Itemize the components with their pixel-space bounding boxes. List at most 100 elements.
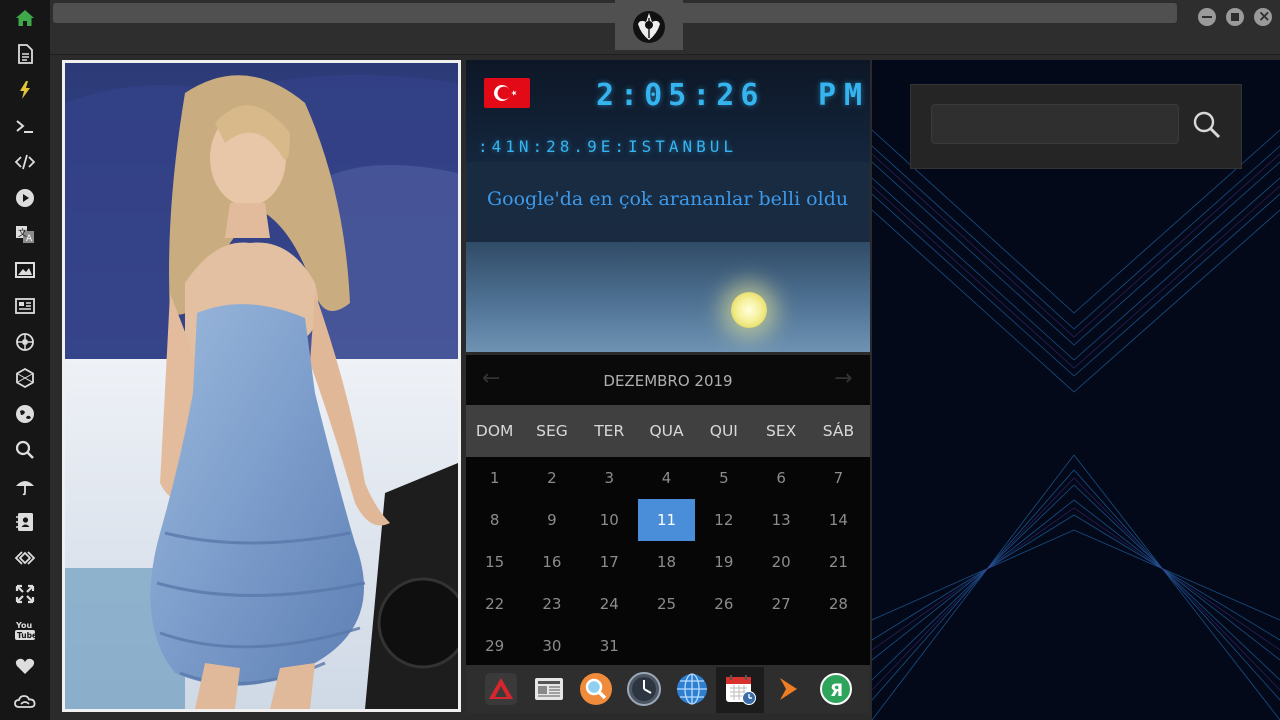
cloud-icon[interactable] <box>13 690 37 714</box>
title-bar <box>50 0 1280 55</box>
calendar-day[interactable]: 5 <box>695 457 752 499</box>
minimize-button[interactable] <box>1198 8 1216 26</box>
calendar-grid: 1 2 3 4 5 6 7 8 9 10 11 12 13 14 15 16 1… <box>466 457 870 667</box>
weekday-label: SEX <box>766 422 797 440</box>
play-icon[interactable] <box>13 186 37 210</box>
calendar-day[interactable]: 23 <box>523 583 580 625</box>
calendar-day[interactable]: 21 <box>810 541 867 583</box>
calendar-week: 29 30 31 <box>466 625 870 667</box>
calendar-day[interactable]: 29 <box>466 625 523 667</box>
calendar-day[interactable]: 30 <box>523 625 580 667</box>
maximize-button[interactable] <box>1226 8 1244 26</box>
youtube-icon[interactable]: You Tube <box>13 618 37 642</box>
calendar-day[interactable]: 10 <box>581 499 638 541</box>
calendar-week: 1 2 3 4 5 6 7 <box>466 457 870 499</box>
calendar-day[interactable]: 27 <box>752 583 809 625</box>
calendar-widget: ← DEZEMBRO 2019 → DOM SEG TER QUA QUI SE… <box>466 355 870 713</box>
weekday-label: DOM <box>475 422 514 440</box>
calendar-day[interactable]: 31 <box>581 625 638 667</box>
red-triangle-app-icon[interactable] <box>484 672 518 706</box>
calendar-day <box>752 625 809 667</box>
calendar-day[interactable]: 24 <box>581 583 638 625</box>
heart-icon[interactable] <box>13 654 37 678</box>
share-code-icon[interactable] <box>13 546 37 570</box>
calendar-day[interactable]: 15 <box>466 541 523 583</box>
svg-text:You: You <box>15 621 33 630</box>
next-month-arrow-icon[interactable]: → <box>834 366 852 391</box>
search-input[interactable] <box>931 104 1179 144</box>
calendar-week: 22 23 24 25 26 27 28 <box>466 583 870 625</box>
code-icon[interactable] <box>13 150 37 174</box>
emblem-tab[interactable] <box>615 0 683 50</box>
news-headline-link[interactable]: Google'da en çok arananlar belli oldu <box>487 188 848 210</box>
calendar-day[interactable]: 18 <box>638 541 695 583</box>
contact-book-icon[interactable] <box>13 510 37 534</box>
sun-icon <box>731 292 767 328</box>
calendar-day[interactable]: 2 <box>523 457 580 499</box>
calendar-weekdays: DOM SEG TER QUA QUI SEX SÁB <box>466 405 870 457</box>
weekday-label: SEG <box>536 422 568 440</box>
arrow-app-icon[interactable] <box>771 672 805 706</box>
calendar-day[interactable]: 13 <box>752 499 809 541</box>
calendar-day[interactable]: 22 <box>466 583 523 625</box>
weekday-label: QUI <box>709 422 738 440</box>
clock-app-icon[interactable] <box>627 672 661 706</box>
close-button[interactable] <box>1254 7 1272 26</box>
search-icon[interactable] <box>13 438 37 462</box>
hexagon-icon[interactable] <box>13 366 37 390</box>
svg-text:A: A <box>26 234 33 244</box>
umbrella-icon[interactable] <box>13 474 37 498</box>
image-icon[interactable] <box>13 258 37 282</box>
calendar-day[interactable]: 7 <box>810 457 867 499</box>
turkey-flag-icon <box>484 78 530 108</box>
calendar-day[interactable]: 20 <box>752 541 809 583</box>
app-dock: Я <box>466 665 870 713</box>
search-button[interactable] <box>1189 107 1225 143</box>
search-widget <box>910 84 1242 169</box>
terminal-icon[interactable] <box>13 114 37 138</box>
calendar-app-icon[interactable] <box>723 672 757 706</box>
calendar-day[interactable]: 12 <box>695 499 752 541</box>
woman-photo <box>65 63 458 709</box>
globe-app-icon[interactable] <box>675 672 709 706</box>
yandex-app-icon[interactable]: Я <box>819 672 853 706</box>
calendar-day[interactable]: 1 <box>466 457 523 499</box>
magnifier-app-icon[interactable] <box>579 672 613 706</box>
clock-widget: 2:05:26 PM :41N:28.9E:ISTANBUL Google'da… <box>466 60 870 352</box>
lightning-icon[interactable] <box>13 78 37 102</box>
calendar-day[interactable]: 6 <box>752 457 809 499</box>
calendar-day[interactable]: 4 <box>638 457 695 499</box>
calendar-day <box>810 625 867 667</box>
calendar-day[interactable]: 16 <box>523 541 580 583</box>
calendar-day[interactable]: 8 <box>466 499 523 541</box>
calendar-month-label: DEZEMBRO 2019 <box>603 372 733 390</box>
calendar-day[interactable]: 17 <box>581 541 638 583</box>
calendar-day[interactable]: 9 <box>523 499 580 541</box>
calendar-day[interactable]: 14 <box>810 499 867 541</box>
weather-sky <box>466 242 870 352</box>
document-icon[interactable] <box>13 42 37 66</box>
wallpaper-panel <box>872 60 1280 720</box>
search-icon <box>1193 111 1221 139</box>
calendar-header: ← DEZEMBRO 2019 → <box>466 355 870 405</box>
translate-icon[interactable]: 文A <box>13 222 37 246</box>
calendar-day-today[interactable]: 11 <box>637 499 696 541</box>
svg-text:Я: Я <box>830 681 843 701</box>
clock-ampm: PM <box>818 78 870 113</box>
home-icon[interactable] <box>13 6 37 30</box>
globe-icon[interactable] <box>13 402 37 426</box>
fullscreen-icon[interactable] <box>13 582 37 606</box>
calendar-day[interactable]: 19 <box>695 541 752 583</box>
calendar-week: 15 16 17 18 19 20 21 <box>466 541 870 583</box>
calendar-day[interactable]: 3 <box>581 457 638 499</box>
calendar-day[interactable]: 25 <box>638 583 695 625</box>
calendar-day[interactable]: 26 <box>695 583 752 625</box>
rebel-icon[interactable] <box>13 330 37 354</box>
clock-location: :41N:28.9E:ISTANBUL <box>478 137 738 156</box>
sidebar: 文A You Tube <box>0 0 50 720</box>
weekday-label: QUA <box>649 422 684 440</box>
weekday-label: TER <box>594 422 625 440</box>
calendar-day[interactable]: 28 <box>810 583 867 625</box>
news-icon[interactable] <box>13 294 37 318</box>
newspaper-app-icon[interactable] <box>532 672 566 706</box>
